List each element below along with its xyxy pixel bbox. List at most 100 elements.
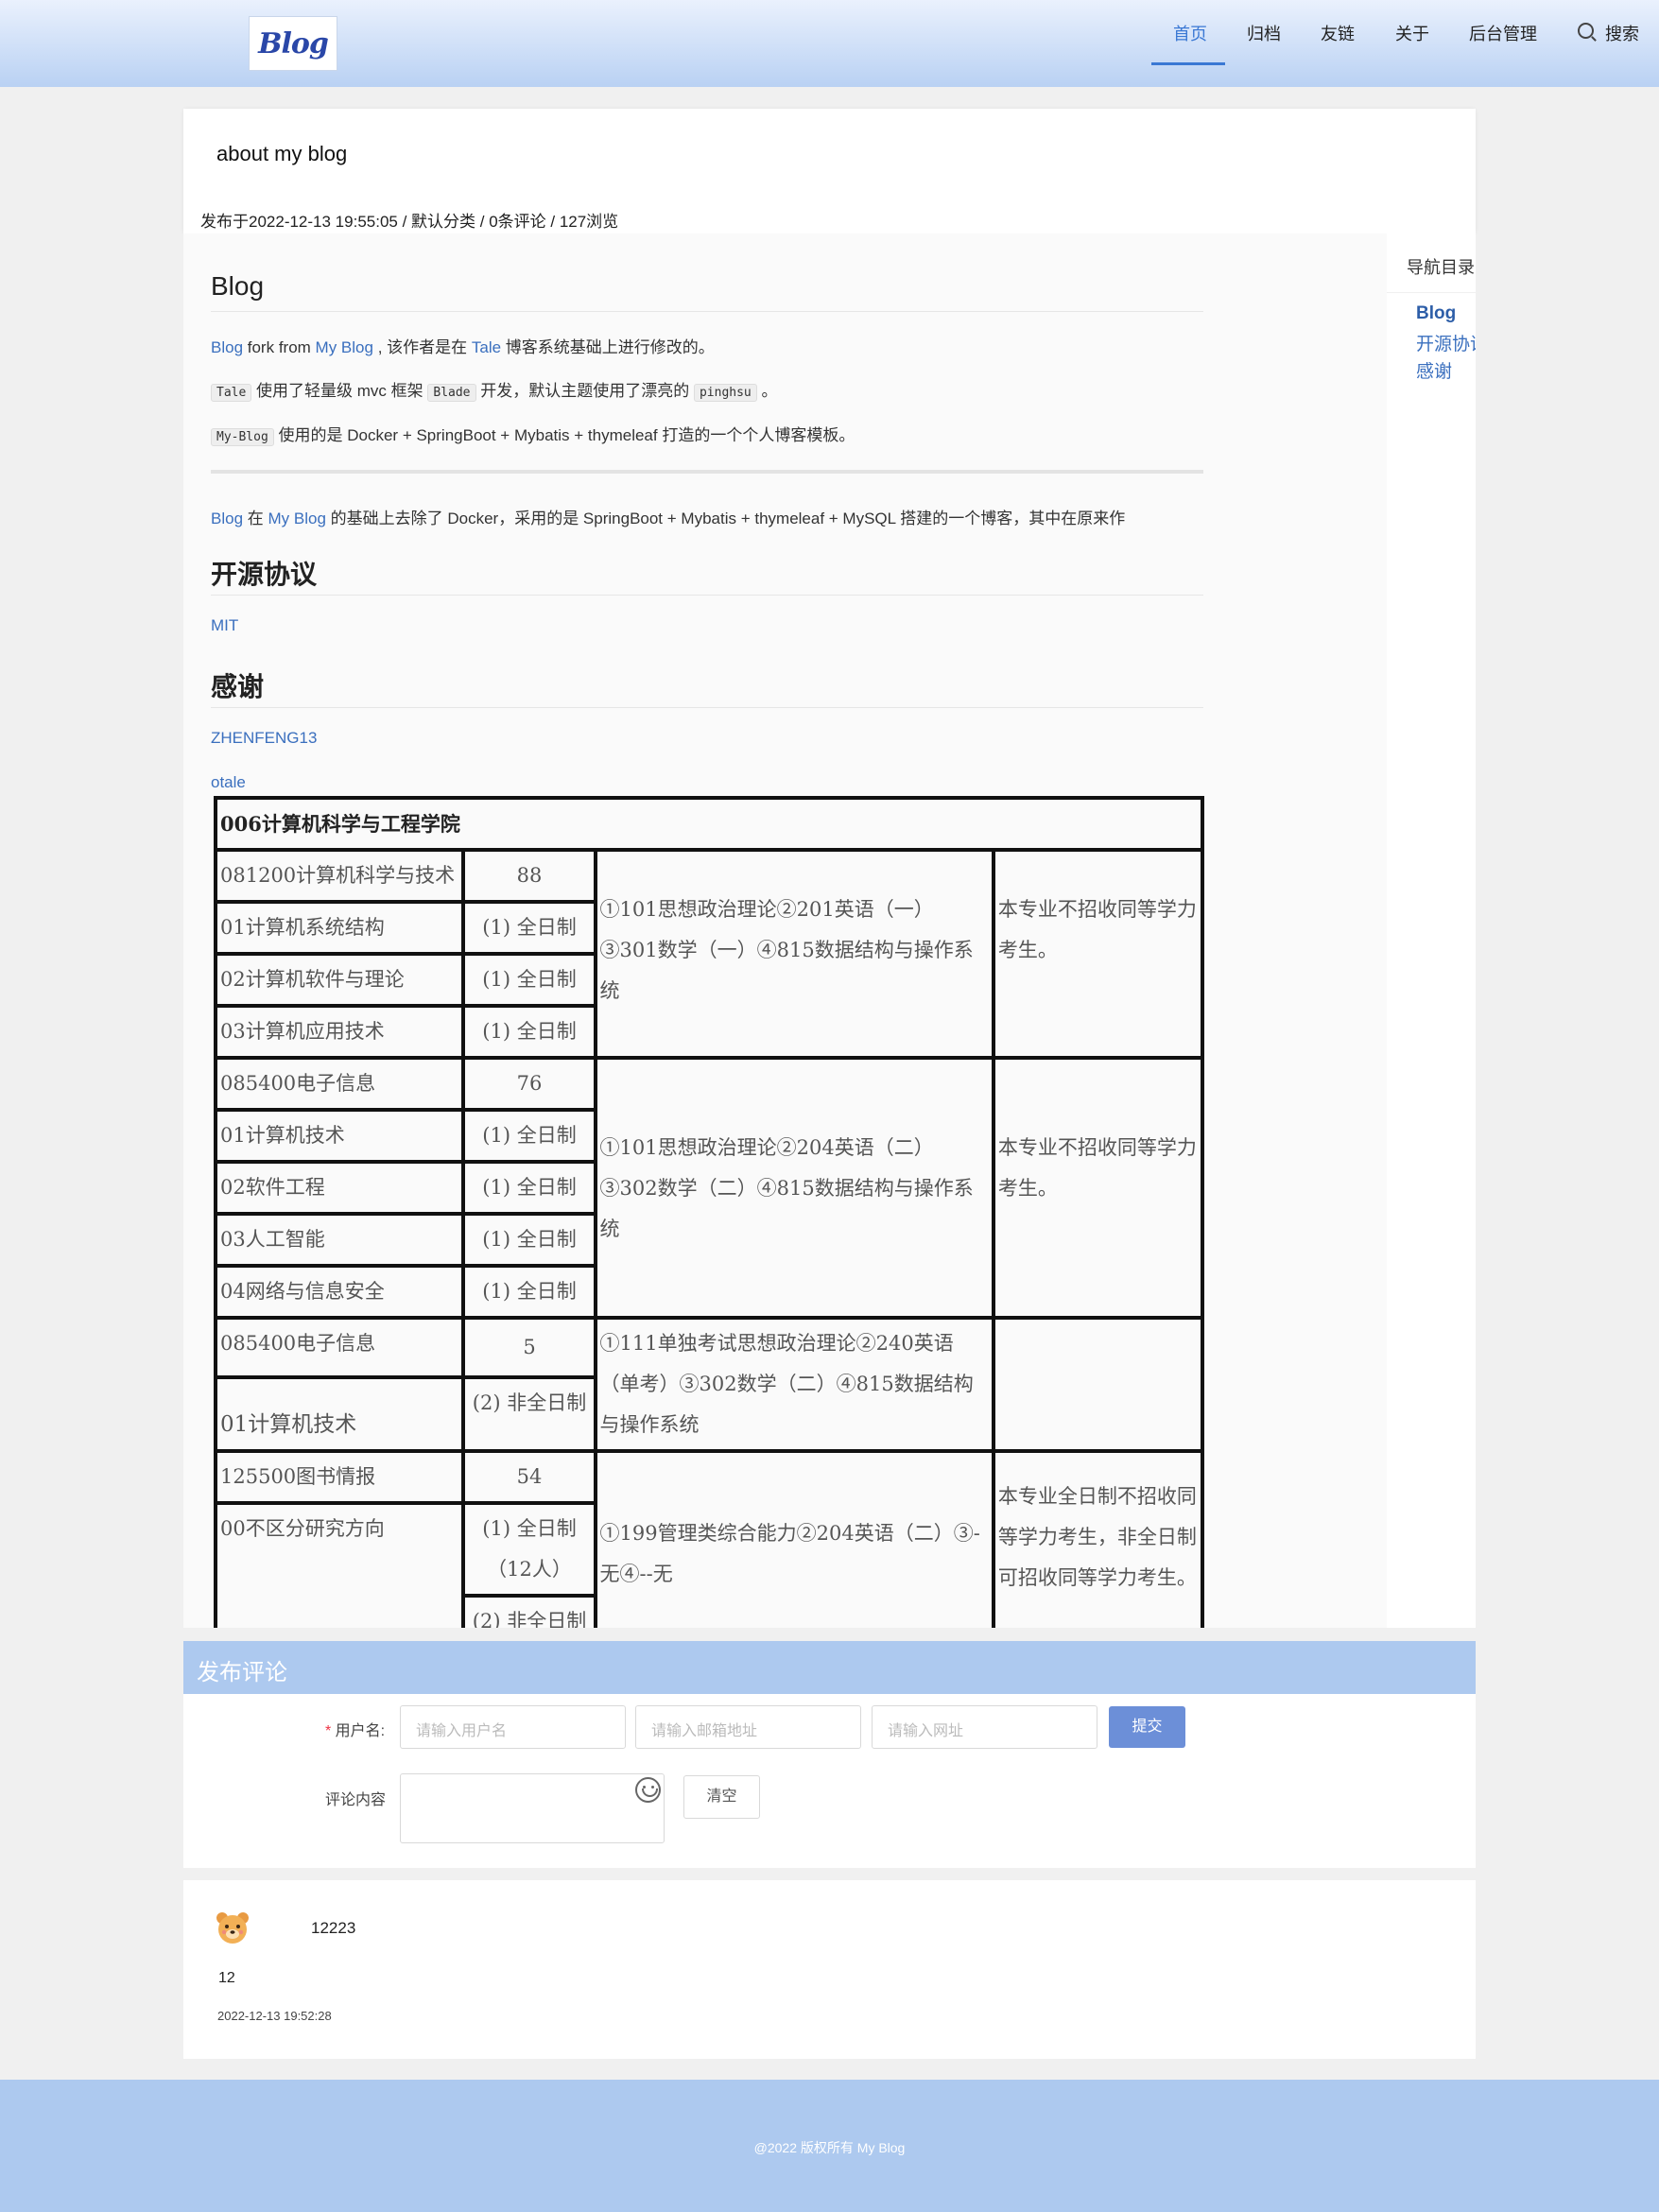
heading-divider: [211, 311, 1203, 312]
toc-divider: [1387, 292, 1476, 293]
thanks-link-zhenfeng13[interactable]: ZHENFENG13: [211, 729, 317, 748]
footer-copyright: @2022 版权所有 My Blog: [753, 2140, 906, 2155]
intro-paragraph: Blog fork from My Blog , 该作者是在 Tale 博客系统…: [211, 338, 715, 356]
tale-paragraph: Tale 使用了轻量级 mvc 框架 Blade 开发，默认主题使用了漂亮的 p…: [211, 377, 778, 402]
table-cell: 125500图书情报: [213, 1449, 466, 1505]
table-cell: (1) 全日制: [461, 952, 597, 1008]
article-title: about my blog: [216, 142, 348, 165]
content-label: 评论内容: [325, 1792, 387, 1808]
emoji-icon[interactable]: [635, 1777, 661, 1803]
comment-date: 2022-12-13 19:52:28: [217, 2009, 332, 2023]
logo-text: Blog: [258, 26, 329, 60]
heading-license: 开源协议: [211, 560, 318, 589]
admissions-table: 006计算机科学与工程学院 081200计算机科学与技术 88 ①101思想政治…: [213, 796, 1205, 1628]
blog-link[interactable]: Blog: [211, 338, 243, 356]
code-blade: Blade: [427, 384, 476, 402]
table-cell: 03计算机应用技术: [213, 1004, 466, 1060]
nav-search[interactable]: 搜索: [1605, 21, 1639, 45]
clear-button[interactable]: 清空: [683, 1775, 760, 1819]
comment-form-title: 发布评论: [197, 1660, 287, 1685]
username-input[interactable]: 请输入用户名: [400, 1705, 626, 1749]
table-cell: (1) 全日制（12人）: [461, 1501, 597, 1598]
nav-active-indicator: [1151, 62, 1225, 65]
table-cell: (1) 全日制: [461, 1108, 597, 1164]
submit-button[interactable]: 提交: [1109, 1706, 1185, 1748]
toc-panel: 导航目录 ✖ Blog 开源协议 感谢: [1387, 233, 1476, 1628]
table-cell: (2) 非全日制（42人）: [461, 1594, 597, 1628]
heading-thanks: 感谢: [211, 672, 265, 701]
table-title: 006计算机科学与工程学院: [214, 796, 1204, 852]
table-cell: ①111单独考试思想政治理论②240英语（单考）③302数学（二）④815数据结…: [593, 1316, 995, 1453]
table-cell: (1) 全日制: [461, 1212, 597, 1268]
table-cell: 085400电子信息: [213, 1316, 466, 1379]
code-pinghsu: pinghsu: [693, 384, 757, 402]
table-row: 085400电子信息 76 ①101思想政治理论②204英语（二）③302数学（…: [213, 1056, 1205, 1320]
toc-item-thanks[interactable]: 感谢: [1416, 357, 1452, 383]
table-cell: [991, 1316, 1205, 1453]
table-cell: 54: [461, 1449, 597, 1505]
blog-link-2[interactable]: Blog: [211, 510, 243, 527]
table-cell: 本专业不招收同等学力考生。: [991, 1056, 1205, 1320]
table-cell: 085400电子信息: [213, 1056, 466, 1112]
comment-text: 12: [218, 1970, 235, 1986]
comment-form-header: 发布评论: [183, 1641, 1476, 1694]
table-cell: ①101思想政治理论②201英语（一）③301数学（一）④815数据结构与操作系…: [593, 848, 995, 1060]
thanks-link-otale[interactable]: otale: [211, 773, 246, 792]
table-row: 081200计算机科学与技术 88 ①101思想政治理论②201英语（一）③30…: [213, 848, 1205, 1060]
table-cell: (2) 非全日制: [461, 1375, 597, 1453]
nav-archive[interactable]: 归档: [1247, 21, 1281, 45]
code-myblog: My-Blog: [211, 428, 274, 446]
email-input[interactable]: 请输入邮箱地址: [635, 1705, 861, 1749]
table-row: 085400电子信息 5 ①111单独考试思想政治理论②240英语（单考）③30…: [213, 1316, 1205, 1453]
table-cell: 01计算机技术: [213, 1375, 466, 1453]
table-cell: 本专业不招收同等学力考生。: [991, 848, 1205, 1060]
toc-title: 导航目录: [1407, 258, 1475, 277]
table-row: 006计算机科学与工程学院: [214, 796, 1204, 852]
table-cell: (1) 全日制: [461, 900, 597, 956]
table-row: 125500图书情报 54 ①199管理类综合能力②204英语（二）③-无④--…: [213, 1449, 1205, 1628]
comment-list: 12223 12 2022-12-13 19:52:28: [183, 1880, 1476, 2059]
mit-link[interactable]: MIT: [211, 616, 238, 635]
tale-link[interactable]: Tale: [472, 338, 501, 356]
username-label: * 用户名:: [325, 1723, 386, 1739]
article-meta: 发布于2022-12-13 19:55:05 / 默认分类 / 0条评论 / 1…: [200, 213, 619, 231]
nav-admin[interactable]: 后台管理: [1469, 21, 1537, 45]
nav-home[interactable]: 首页: [1173, 21, 1207, 45]
bear-avatar-icon: [216, 1912, 249, 1944]
comment-form: * 用户名: 请输入用户名 请输入邮箱地址 请输入网址 提交 评论内容 清空: [183, 1694, 1476, 1868]
site-logo[interactable]: Blog: [249, 16, 337, 71]
description-paragraph: Blog 在 My Blog 的基础上去除了 Docker，采用的是 Sprin…: [211, 510, 1126, 527]
thanks-divider: [211, 707, 1203, 708]
table-cell: 76: [461, 1056, 597, 1112]
table-cell: ①199管理类综合能力②204英语（二）③-无④--无: [593, 1449, 995, 1628]
table-cell: 5: [461, 1316, 597, 1379]
table-cell: (1) 全日制: [461, 1264, 597, 1320]
table-cell: 02软件工程: [213, 1160, 466, 1216]
license-divider: [211, 595, 1203, 596]
table-cell: 03人工智能: [213, 1212, 466, 1268]
comment-textarea[interactable]: [400, 1773, 665, 1843]
comment-author: 12223: [311, 1919, 356, 1937]
search-icon[interactable]: [1578, 23, 1594, 39]
table-cell: (1) 全日制: [461, 1004, 597, 1060]
heading-blog: Blog: [211, 271, 265, 301]
toc-item-blog[interactable]: Blog: [1416, 303, 1456, 324]
myblog-link-2[interactable]: My Blog: [268, 510, 325, 527]
nav-links[interactable]: 友链: [1321, 21, 1355, 45]
table-cell: 01计算机系统结构: [213, 900, 466, 956]
site-header: Blog 首页 归档 友链 关于 后台管理 搜索: [0, 0, 1659, 87]
table-cell: (1) 全日制: [461, 1160, 597, 1216]
nav-about[interactable]: 关于: [1395, 21, 1429, 45]
table-cell: ①101思想政治理论②204英语（二）③302数学（二）④815数据结构与操作系…: [593, 1056, 995, 1320]
code-tale: Tale: [211, 384, 252, 402]
table-cell: 02计算机软件与理论: [213, 952, 466, 1008]
url-input[interactable]: 请输入网址: [872, 1705, 1097, 1749]
article-content: Blog Blog fork from My Blog , 该作者是在 Tale…: [183, 233, 1476, 1628]
myblog-link[interactable]: My Blog: [316, 338, 373, 356]
table-cell: 081200计算机科学与技术: [213, 848, 466, 904]
toc-item-license[interactable]: 开源协议: [1416, 330, 1476, 355]
table-cell: 04网络与信息安全: [213, 1264, 466, 1320]
section-divider: [211, 470, 1203, 474]
site-footer: @2022 版权所有 My Blog: [0, 2080, 1659, 2212]
table-cell: 88: [461, 848, 597, 904]
